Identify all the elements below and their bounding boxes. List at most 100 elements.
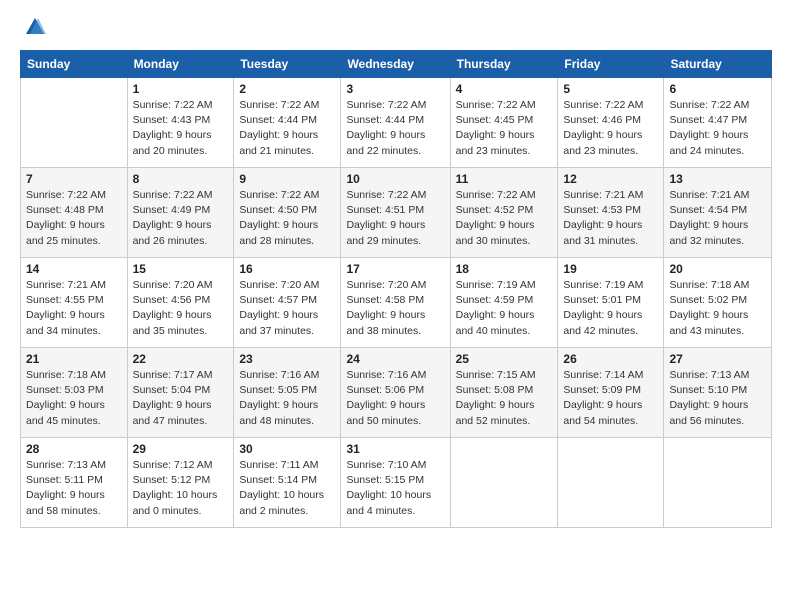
day-cell: 3 Sunrise: 7:22 AMSunset: 4:44 PMDaylight… (341, 78, 450, 168)
day-number: 5 (563, 82, 658, 96)
day-number: 18 (456, 262, 553, 276)
day-cell: 5 Sunrise: 7:22 AMSunset: 4:46 PMDaylight… (558, 78, 664, 168)
day-cell: 15 Sunrise: 7:20 AMSunset: 4:56 PMDayligh… (127, 258, 234, 348)
day-number: 23 (239, 352, 335, 366)
day-number: 20 (669, 262, 766, 276)
week-row-3: 21 Sunrise: 7:18 AMSunset: 5:03 PMDayligh… (21, 348, 772, 438)
col-header-tuesday: Tuesday (234, 51, 341, 78)
day-number: 25 (456, 352, 553, 366)
day-cell: 8 Sunrise: 7:22 AMSunset: 4:49 PMDaylight… (127, 168, 234, 258)
day-cell: 22 Sunrise: 7:17 AMSunset: 5:04 PMDayligh… (127, 348, 234, 438)
day-cell: 26Sunrise: 7:14 AMSunset: 5:09 PMDayligh… (558, 348, 664, 438)
day-info: Sunrise: 7:15 AMSunset: 5:08 PMDaylight:… (456, 368, 553, 429)
day-info: Sunrise: 7:21 AMSunset: 4:55 PMDaylight:… (26, 278, 122, 339)
day-cell: 31 Sunrise: 7:10 AMSunset: 5:15 PMDayligh… (341, 438, 450, 528)
day-info: Sunrise: 7:14 AMSunset: 5:09 PMDaylight:… (563, 368, 658, 429)
day-info: Sunrise: 7:10 AMSunset: 5:15 PMDaylight:… (346, 458, 444, 519)
day-cell: 6 Sunrise: 7:22 AMSunset: 4:47 PMDaylight… (664, 78, 772, 168)
day-number: 15 (133, 262, 229, 276)
day-cell: 28 Sunrise: 7:13 AMSunset: 5:11 PMDayligh… (21, 438, 128, 528)
day-cell: 19Sunrise: 7:19 AMSunset: 5:01 PMDayligh… (558, 258, 664, 348)
day-number: 28 (26, 442, 122, 456)
day-cell: 14 Sunrise: 7:21 AMSunset: 4:55 PMDayligh… (21, 258, 128, 348)
day-cell: 30 Sunrise: 7:11 AMSunset: 5:14 PMDayligh… (234, 438, 341, 528)
logo (20, 16, 46, 38)
day-info: Sunrise: 7:20 AMSunset: 4:57 PMDaylight:… (239, 278, 335, 339)
day-cell: 21 Sunrise: 7:18 AMSunset: 5:03 PMDayligh… (21, 348, 128, 438)
col-header-wednesday: Wednesday (341, 51, 450, 78)
week-row-2: 14 Sunrise: 7:21 AMSunset: 4:55 PMDayligh… (21, 258, 772, 348)
day-info: Sunrise: 7:17 AMSunset: 5:04 PMDaylight:… (133, 368, 229, 429)
day-number: 22 (133, 352, 229, 366)
day-cell: 1Sunrise: 7:22 AMSunset: 4:43 PMDaylight… (127, 78, 234, 168)
day-number: 30 (239, 442, 335, 456)
day-number: 4 (456, 82, 553, 96)
day-number: 17 (346, 262, 444, 276)
day-cell: 9 Sunrise: 7:22 AMSunset: 4:50 PMDaylight… (234, 168, 341, 258)
col-header-saturday: Saturday (664, 51, 772, 78)
day-number: 24 (346, 352, 444, 366)
week-row-1: 7 Sunrise: 7:22 AMSunset: 4:48 PMDaylight… (21, 168, 772, 258)
day-number: 8 (133, 172, 229, 186)
day-number: 19 (563, 262, 658, 276)
logo-icon (24, 16, 46, 38)
day-number: 29 (133, 442, 229, 456)
day-number: 6 (669, 82, 766, 96)
day-info: Sunrise: 7:20 AMSunset: 4:58 PMDaylight:… (346, 278, 444, 339)
week-row-0: 1Sunrise: 7:22 AMSunset: 4:43 PMDaylight… (21, 78, 772, 168)
col-header-monday: Monday (127, 51, 234, 78)
day-number: 13 (669, 172, 766, 186)
col-header-friday: Friday (558, 51, 664, 78)
day-info: Sunrise: 7:19 AMSunset: 4:59 PMDaylight:… (456, 278, 553, 339)
day-number: 16 (239, 262, 335, 276)
day-info: Sunrise: 7:22 AMSunset: 4:52 PMDaylight:… (456, 188, 553, 249)
day-info: Sunrise: 7:13 AMSunset: 5:10 PMDaylight:… (669, 368, 766, 429)
col-header-thursday: Thursday (450, 51, 558, 78)
day-info: Sunrise: 7:18 AMSunset: 5:03 PMDaylight:… (26, 368, 122, 429)
day-cell: 23 Sunrise: 7:16 AMSunset: 5:05 PMDayligh… (234, 348, 341, 438)
day-info: Sunrise: 7:20 AMSunset: 4:56 PMDaylight:… (133, 278, 229, 339)
day-info: Sunrise: 7:22 AMSunset: 4:46 PMDaylight:… (563, 98, 658, 159)
day-number: 12 (563, 172, 658, 186)
day-cell: 25 Sunrise: 7:15 AMSunset: 5:08 PMDayligh… (450, 348, 558, 438)
day-cell: 10 Sunrise: 7:22 AMSunset: 4:51 PMDayligh… (341, 168, 450, 258)
day-info: Sunrise: 7:22 AMSunset: 4:50 PMDaylight:… (239, 188, 335, 249)
day-info: Sunrise: 7:22 AMSunset: 4:47 PMDaylight:… (669, 98, 766, 159)
day-cell: 11Sunrise: 7:22 AMSunset: 4:52 PMDayligh… (450, 168, 558, 258)
day-info: Sunrise: 7:22 AMSunset: 4:49 PMDaylight:… (133, 188, 229, 249)
day-cell (450, 438, 558, 528)
day-number: 14 (26, 262, 122, 276)
day-info: Sunrise: 7:16 AMSunset: 5:05 PMDaylight:… (239, 368, 335, 429)
day-number: 21 (26, 352, 122, 366)
day-info: Sunrise: 7:13 AMSunset: 5:11 PMDaylight:… (26, 458, 122, 519)
calendar-header-row: SundayMondayTuesdayWednesdayThursdayFrid… (21, 51, 772, 78)
day-number: 10 (346, 172, 444, 186)
day-cell: 27 Sunrise: 7:13 AMSunset: 5:10 PMDayligh… (664, 348, 772, 438)
day-cell (21, 78, 128, 168)
day-cell: 16 Sunrise: 7:20 AMSunset: 4:57 PMDayligh… (234, 258, 341, 348)
day-info: Sunrise: 7:21 AMSunset: 4:53 PMDaylight:… (563, 188, 658, 249)
day-cell: 29 Sunrise: 7:12 AMSunset: 5:12 PMDayligh… (127, 438, 234, 528)
day-info: Sunrise: 7:22 AMSunset: 4:44 PMDaylight:… (346, 98, 444, 159)
day-info: Sunrise: 7:22 AMSunset: 4:44 PMDaylight:… (239, 98, 335, 159)
day-info: Sunrise: 7:22 AMSunset: 4:43 PMDaylight:… (133, 98, 229, 159)
day-number: 27 (669, 352, 766, 366)
day-info: Sunrise: 7:22 AMSunset: 4:48 PMDaylight:… (26, 188, 122, 249)
day-number: 9 (239, 172, 335, 186)
day-cell: 17 Sunrise: 7:20 AMSunset: 4:58 PMDayligh… (341, 258, 450, 348)
day-cell: 2Sunrise: 7:22 AMSunset: 4:44 PMDaylight… (234, 78, 341, 168)
day-cell: 13Sunrise: 7:21 AMSunset: 4:54 PMDayligh… (664, 168, 772, 258)
calendar-table: SundayMondayTuesdayWednesdayThursdayFrid… (20, 50, 772, 528)
day-info: Sunrise: 7:22 AMSunset: 4:51 PMDaylight:… (346, 188, 444, 249)
day-cell: 12 Sunrise: 7:21 AMSunset: 4:53 PMDayligh… (558, 168, 664, 258)
day-info: Sunrise: 7:11 AMSunset: 5:14 PMDaylight:… (239, 458, 335, 519)
day-number: 7 (26, 172, 122, 186)
day-cell: 7 Sunrise: 7:22 AMSunset: 4:48 PMDaylight… (21, 168, 128, 258)
day-cell: 4 Sunrise: 7:22 AMSunset: 4:45 PMDaylight… (450, 78, 558, 168)
page: SundayMondayTuesdayWednesdayThursdayFrid… (0, 0, 792, 548)
day-number: 3 (346, 82, 444, 96)
day-cell (664, 438, 772, 528)
day-info: Sunrise: 7:22 AMSunset: 4:45 PMDaylight:… (456, 98, 553, 159)
day-number: 31 (346, 442, 444, 456)
day-info: Sunrise: 7:12 AMSunset: 5:12 PMDaylight:… (133, 458, 229, 519)
